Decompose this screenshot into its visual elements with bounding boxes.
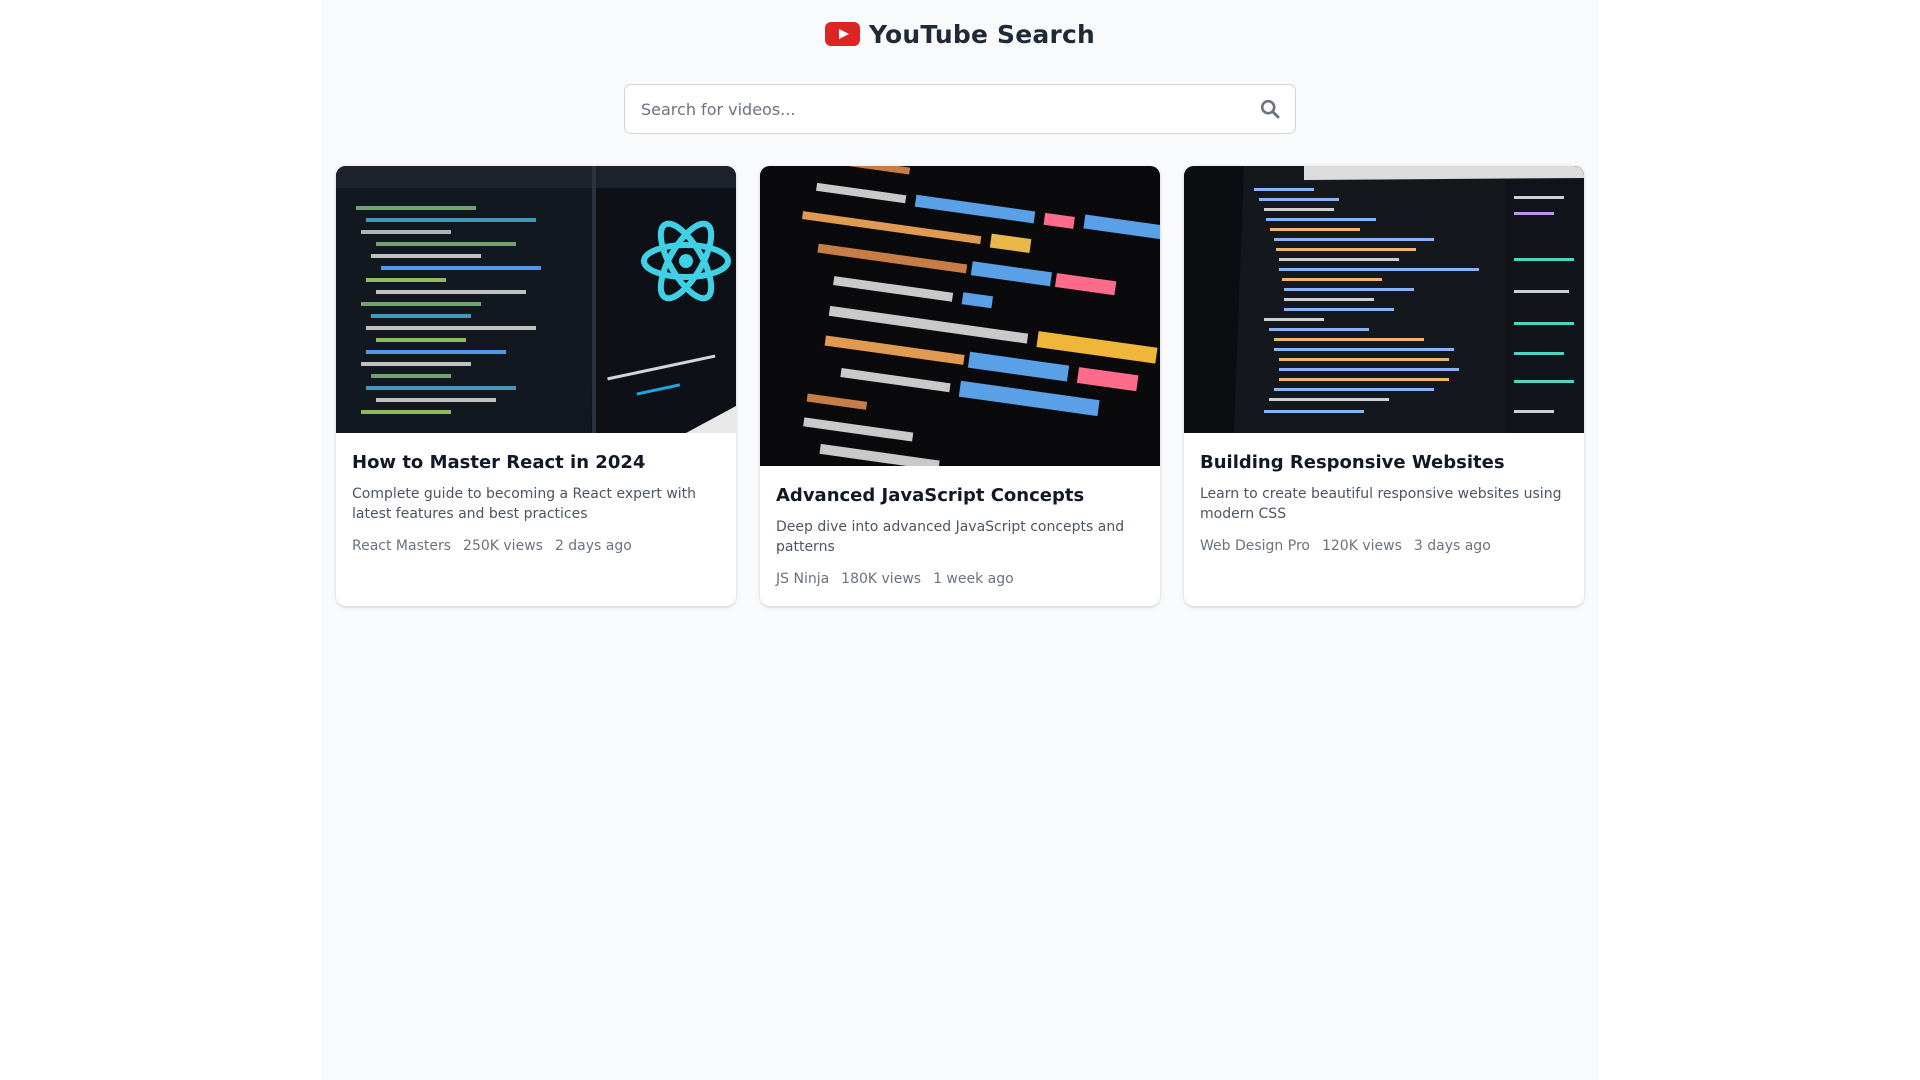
- video-title[interactable]: Advanced JavaScript Concepts: [776, 484, 1144, 508]
- video-info: Building Responsive Websites Learn to cr…: [1184, 433, 1584, 572]
- search-input[interactable]: [624, 84, 1296, 134]
- page-title: YouTube Search: [868, 19, 1096, 49]
- video-thumbnail[interactable]: [760, 166, 1160, 466]
- video-meta: React Masters 250K views 2 days ago: [352, 536, 720, 556]
- app-header: YouTube Search: [321, 18, 1599, 50]
- upload-date: 2 days ago: [554, 538, 632, 554]
- upload-date: 3 days ago: [1413, 538, 1491, 554]
- video-card[interactable]: Building Responsive Websites Learn to cr…: [1184, 166, 1584, 606]
- video-title[interactable]: Building Responsive Websites: [1200, 451, 1568, 475]
- app-container: YouTube Search Search for videos... How …: [321, 0, 1599, 1080]
- upload-date: 1 week ago: [933, 571, 1014, 587]
- video-grid: How to Master React in 2024 Complete gui…: [336, 166, 1584, 606]
- video-card[interactable]: How to Master React in 2024 Complete gui…: [336, 166, 736, 606]
- search-bar: [624, 84, 1296, 134]
- video-description: Learn to create beautiful responsive web…: [1200, 486, 1562, 522]
- html-devtools-thumbnail: [1184, 166, 1584, 433]
- view-count: 180K views: [841, 571, 922, 587]
- video-thumbnail[interactable]: [1184, 166, 1584, 433]
- video-card[interactable]: Advanced JavaScript Concepts Deep dive i…: [760, 166, 1160, 606]
- search-button[interactable]: [1254, 93, 1286, 125]
- video-description: Complete guide to becoming a React exper…: [352, 486, 697, 522]
- video-info: Advanced JavaScript Concepts Deep dive i…: [760, 466, 1160, 605]
- video-description: Deep dive into advanced JavaScript conce…: [776, 519, 1125, 555]
- channel-name[interactable]: React Masters: [352, 536, 451, 556]
- video-thumbnail[interactable]: [336, 166, 736, 433]
- channel-name[interactable]: Web Design Pro: [1200, 536, 1310, 556]
- youtube-play-icon: [824, 22, 860, 46]
- view-count: 250K views: [463, 538, 543, 554]
- video-meta: JS Ninja 180K views 1 week ago: [776, 569, 1144, 589]
- video-title[interactable]: How to Master React in 2024: [352, 451, 720, 475]
- video-meta: Web Design Pro 120K views 3 days ago: [1200, 536, 1568, 556]
- react-code-thumbnail: [336, 166, 736, 433]
- javascript-code-thumbnail: [760, 166, 1160, 466]
- view-count: 120K views: [1321, 538, 1402, 554]
- video-info: How to Master React in 2024 Complete gui…: [336, 433, 736, 572]
- search-icon: [1260, 99, 1280, 119]
- channel-name[interactable]: JS Ninja: [776, 569, 829, 589]
